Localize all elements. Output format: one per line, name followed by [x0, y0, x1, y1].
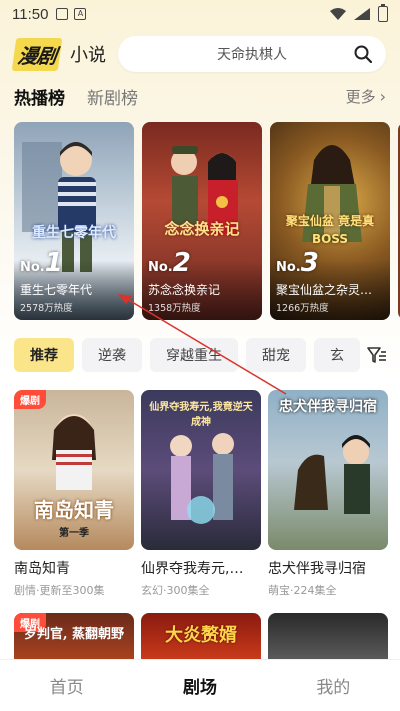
cover-text: 忠犬伴我寻归宿: [279, 399, 377, 415]
more-label: 更多: [345, 87, 376, 106]
drama-card[interactable]: 爆剧 南岛知青 第一季 南岛知青 剧情·更新至300集: [14, 390, 134, 598]
rank-card-1[interactable]: 重生七零年代 No.1 重生七零年代 2578万热度: [14, 122, 134, 320]
rank-card-3[interactable]: 聚宝仙盆 竟是真BOSS No.3 聚宝仙盆之杂灵… 1266万热度: [270, 122, 390, 320]
drama-card[interactable]: 忠犬伴我寻归宿 忠犬伴我寻归宿 萌宝·224集全: [268, 390, 388, 598]
status-bar: 11:50 A: [0, 0, 400, 28]
a-icon: A: [74, 8, 87, 20]
drama-meta: 剧情·更新至300集: [14, 584, 105, 597]
nav-theater[interactable]: 剧场: [183, 673, 217, 698]
nav-home[interactable]: 首页: [50, 673, 84, 698]
hot-badge: 爆剧: [14, 390, 46, 409]
nav-me[interactable]: 我的: [316, 673, 350, 698]
top-header: 漫剧 小说 天命执棋人: [0, 30, 400, 78]
drama-card[interactable]: 大炎赘婿: [141, 613, 261, 659]
signal-icon: [354, 8, 370, 20]
rank-number: No.3: [276, 248, 319, 278]
ranking-carousel: 重生七零年代 No.1 重生七零年代 2578万热度 念念换亲记 No.2 苏念…: [14, 122, 400, 322]
drama-card[interactable]: [268, 613, 388, 659]
rank-number: No.2: [148, 248, 191, 278]
cover-title: 聚宝仙盆 竟是真BOSS: [285, 214, 375, 246]
chip-counterattack[interactable]: 逆袭: [82, 338, 142, 372]
cover-subtitle: 第一季: [59, 528, 89, 539]
search-icon[interactable]: [354, 45, 372, 63]
search-placeholder: 天命执棋人: [217, 47, 287, 63]
cover-text: 仙界夺我寿元,我竟逆天成神: [149, 402, 253, 428]
cover-text: 南岛知青: [34, 498, 114, 522]
drama-card[interactable]: 爆剧 岁判官, 蒸翻朝野: [14, 613, 134, 659]
rank-heat: 2578万热度: [20, 303, 73, 314]
cover-title: 重生七零年代: [32, 225, 116, 241]
wifi-icon: [330, 8, 346, 20]
rank-title: 聚宝仙盆之杂灵…: [276, 283, 373, 297]
drama-meta: 萌宝·224集全: [268, 584, 337, 597]
drama-cover: 爆剧 南岛知青 第一季: [14, 390, 134, 550]
drama-title: 忠犬伴我寻归宿: [268, 561, 366, 577]
gallery-icon: [56, 8, 69, 20]
ranking-tabs: 热播榜 新剧榜 更多 ›: [0, 82, 400, 110]
chevron-right-icon: ›: [379, 86, 386, 106]
status-time: 11:50: [12, 5, 49, 23]
rank-card-2[interactable]: 念念换亲记 No.2 苏念念换亲记 1358万热度: [142, 122, 262, 320]
chip-time-travel[interactable]: 穿越重生: [150, 338, 238, 372]
rank-heat: 1266万热度: [276, 303, 329, 314]
chip-sweet[interactable]: 甜宠: [246, 338, 306, 372]
chip-recommend[interactable]: 推荐: [14, 338, 74, 372]
drama-cover: 仙界夺我寿元,我竟逆天成神: [141, 390, 261, 550]
cover-text: 岁判官, 蒸翻朝野: [23, 627, 125, 642]
drama-card[interactable]: 仙界夺我寿元,我竟逆天成神 仙界夺我寿元,… 玄幻·300集全: [141, 390, 261, 598]
drama-title: 南岛知青: [14, 561, 70, 577]
bottom-nav: 首页 剧场 我的: [0, 659, 400, 711]
drama-row-next: 爆剧 岁判官, 蒸翻朝野 大炎赘婿: [14, 613, 400, 659]
tab-new[interactable]: 新剧榜: [87, 84, 138, 109]
cover-title: 念念换亲记: [164, 220, 240, 238]
rank-heat: 1358万热度: [148, 303, 201, 314]
app-logo[interactable]: 漫剧: [11, 37, 63, 71]
battery-icon: [378, 4, 388, 22]
category-chips: 推荐 逆袭 穿越重生 甜宠 玄: [14, 337, 400, 373]
drama-cover: 忠犬伴我寻归宿: [268, 390, 388, 550]
drama-title: 仙界夺我寿元,…: [141, 561, 244, 577]
rank-number: No.1: [20, 248, 63, 278]
drama-meta: 玄幻·300集全: [141, 584, 210, 597]
cover-text: 大炎赘婿: [165, 625, 237, 646]
more-link[interactable]: 更多 ›: [346, 86, 386, 107]
rank-title: 苏念念换亲记: [148, 283, 221, 297]
chip-fantasy[interactable]: 玄: [314, 338, 360, 372]
drama-grid: 爆剧 南岛知青 第一季 南岛知青 剧情·更新至300集 仙界夺我寿元,我竟逆天成…: [14, 390, 390, 598]
rank-title: 重生七零年代: [20, 283, 93, 297]
search-bar[interactable]: 天命执棋人: [118, 36, 386, 72]
novel-tab[interactable]: 小说: [70, 41, 106, 67]
filter-icon[interactable]: [366, 344, 388, 366]
tab-hot[interactable]: 热播榜: [14, 84, 65, 109]
